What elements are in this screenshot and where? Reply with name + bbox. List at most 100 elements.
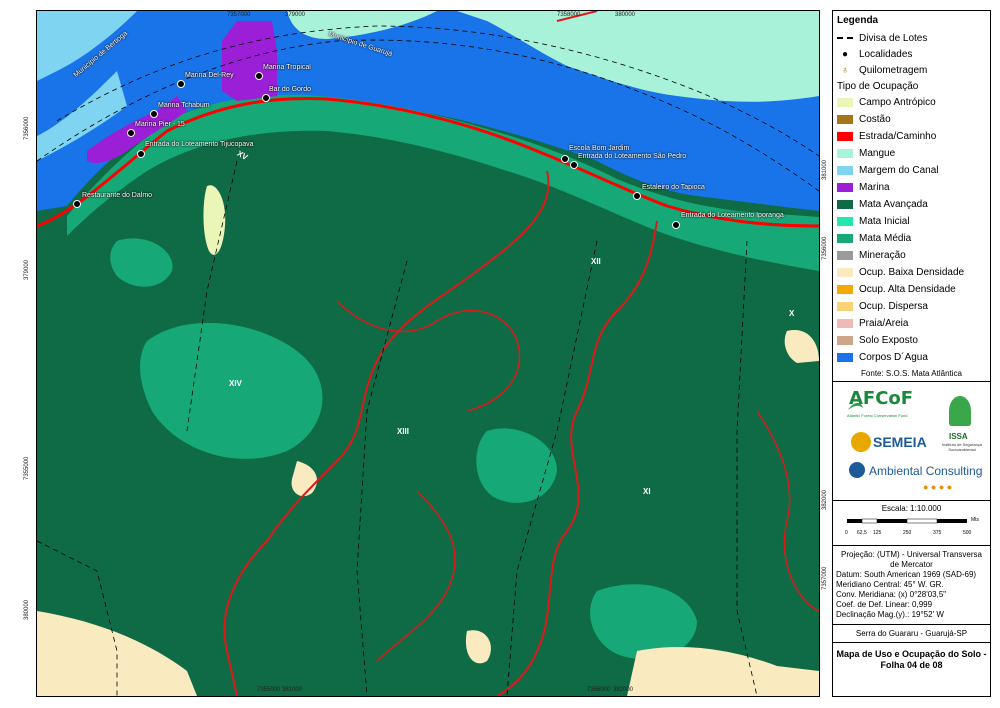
zone-xi: XI: [643, 487, 651, 496]
legend-class-label: Estrada/Caminho: [859, 131, 937, 142]
poi-sao-pedro[interactable]: [570, 161, 578, 169]
scale-title: Escala: 1:10.000: [881, 504, 942, 513]
ambiental-logo-text: Ambiental Consulting: [869, 464, 983, 478]
coord-left-1: 7356000: [24, 116, 30, 140]
legend-class-label: Mineração: [859, 250, 906, 261]
poi-bar-do-gordo[interactable]: [262, 94, 270, 102]
projection-line-2: Datum: South American 1969 (SAD-69): [836, 570, 977, 579]
poi-marina-pier[interactable]: [127, 129, 135, 137]
projection-line-4: Conv. Meridiana: (x) 0°28'03,5": [836, 590, 947, 599]
legend-class-label: Ocup. Baixa Densidade: [859, 267, 965, 278]
label-marina-del-rey: Marina Del-Rey: [185, 72, 234, 79]
legend-class-label: Solo Exposto: [859, 335, 918, 346]
poi-marina-tropical[interactable]: [255, 72, 263, 80]
legend-class-row: Mata Média: [833, 230, 990, 247]
coord-top-1: 7357000: [227, 12, 251, 18]
label-tijucopava: Entrada do Loteamento Tijucopava: [145, 141, 254, 148]
label-iporanga: Entrada do Loteamento Iporanga: [681, 212, 784, 219]
legend-km-label: Quilometragem: [859, 64, 928, 76]
legend-class-row: Ocup. Dispersa: [833, 298, 990, 315]
legend-title: Legenda: [837, 15, 879, 26]
km-marker-icon: ♁: [841, 64, 849, 76]
poi-marina-del-rey[interactable]: [177, 80, 185, 88]
poi-tijucopava[interactable]: [137, 150, 145, 158]
coord-right-1: 381000: [822, 159, 828, 180]
issa-sub: Instituto de Segurança Socioambiental: [941, 442, 983, 452]
projection-line-5: Coef. de Def. Linear: 0,999: [836, 600, 933, 609]
coord-right-2: 7356000: [822, 236, 828, 260]
poi-iporanga[interactable]: [672, 221, 680, 229]
legend-class-label: Ocup. Dispersa: [859, 301, 928, 312]
projection-info: Projeção: (UTM) - Universal Transversa d…: [833, 546, 990, 624]
legend-class-row: Mata Inicial: [833, 213, 990, 230]
afcof-logo-text: AFCoF: [849, 388, 914, 409]
semeia-logo-text: SEMEIA: [873, 434, 927, 450]
legend-class-row: Margem do Canal: [833, 162, 990, 179]
legend-class-row: Mineração: [833, 247, 990, 264]
projection-line-3: Meridiano Central: 45° W. GR.: [836, 580, 944, 589]
label-marina-pier: Marina Pier - 15: [135, 121, 185, 128]
legend-class-label: Mata Média: [859, 233, 912, 244]
legend-swatch: [837, 166, 853, 175]
ambiental-icon: [849, 462, 865, 478]
scale-unit: Mts: [971, 517, 980, 523]
legend-class-row: Estrada/Caminho: [833, 128, 990, 145]
legend-class-label: Campo Antrópico: [859, 97, 936, 108]
legend-localities-label: Localidades: [859, 48, 913, 60]
issa-logo-text: ISSA: [949, 432, 968, 441]
legend-class-label: Costão: [859, 114, 891, 125]
coord-bottom-1: 7355000: [257, 687, 281, 693]
legend-swatch: [837, 115, 853, 124]
semeia-icon: [851, 432, 871, 452]
legend-class-row: Corpos D´Agua: [833, 349, 990, 366]
place-name: Serra do Guararu - Guarujá-SP: [855, 629, 968, 638]
label-sao-pedro: Entrada do Loteamento São Pedro: [578, 153, 687, 160]
legend-swatch: [837, 132, 853, 141]
poi-escola-bom-jardim[interactable]: [561, 155, 569, 163]
legend-class-label: Praia/Areia: [859, 318, 909, 329]
side-panel: Legenda Divisa de Lotes ● Localidades ♁ …: [832, 10, 991, 697]
dashed-line-icon: [837, 37, 853, 39]
scale-tick-1: 62,5: [857, 530, 867, 536]
poi-marina-tchabum[interactable]: [150, 110, 158, 118]
coord-top-2: 379000: [285, 12, 306, 18]
dot-icon: ●: [841, 48, 849, 60]
legend: Legenda Divisa de Lotes ● Localidades ♁ …: [833, 15, 990, 366]
label-restaurante-dalmo: Restaurante do Dalmo: [82, 192, 153, 199]
legend-lot-divide: Divisa de Lotes: [833, 30, 990, 46]
label-escola-bom-jardim: Escola Bom Jardim: [569, 145, 630, 152]
legend-class-label: Marina: [859, 182, 890, 193]
legend-class-label: Mangue: [859, 148, 896, 159]
map-canvas[interactable]: 7357000 379000 7358000 380000 7355000 38…: [36, 10, 820, 697]
legend-class-label: Margem do Canal: [859, 165, 939, 176]
legend-swatch: [837, 285, 853, 294]
legend-swatch: [837, 353, 853, 362]
poi-estaleiro-tapioca[interactable]: [633, 192, 641, 200]
legend-class-row: Mata Avançada: [833, 196, 990, 213]
legend-occupation-header: Tipo de Ocupação: [837, 80, 919, 92]
legend-swatch: [837, 217, 853, 226]
coord-right-4: 7357000: [822, 566, 828, 590]
issa-tree-icon: [949, 396, 971, 426]
coord-right-3: 382000: [822, 489, 828, 510]
legend-km: ♁ Quilometragem: [833, 62, 990, 78]
legend-class-row: Praia/Areia: [833, 315, 990, 332]
map-title: Mapa de Uso e Ocupação do Solo - Folha 0…: [836, 649, 987, 670]
coord-bottom-4: 382000: [613, 687, 634, 693]
poi-restaurante-dalmo[interactable]: [73, 200, 81, 208]
legend-class-row: Ocup. Alta Densidade: [833, 281, 990, 298]
legend-class-label: Mata Inicial: [859, 216, 910, 227]
scale-tick-0: 0: [845, 530, 848, 536]
logos: AFCoF Atlantic Forest Conservation Fund …: [833, 382, 990, 500]
legend-class-label: Corpos D´Agua: [859, 352, 928, 363]
legend-swatch: [837, 251, 853, 260]
legend-localities: ● Localidades: [833, 46, 990, 62]
scale-tick-3: 250: [903, 530, 912, 536]
legend-swatch: [837, 234, 853, 243]
coord-top-4: 380000: [615, 12, 636, 18]
legend-class-row: Marina: [833, 179, 990, 196]
coord-top-3: 7358000: [557, 12, 581, 18]
coord-left-4: 380000: [24, 599, 30, 620]
zone-x: X: [789, 309, 795, 318]
legend-swatch: [837, 183, 853, 192]
